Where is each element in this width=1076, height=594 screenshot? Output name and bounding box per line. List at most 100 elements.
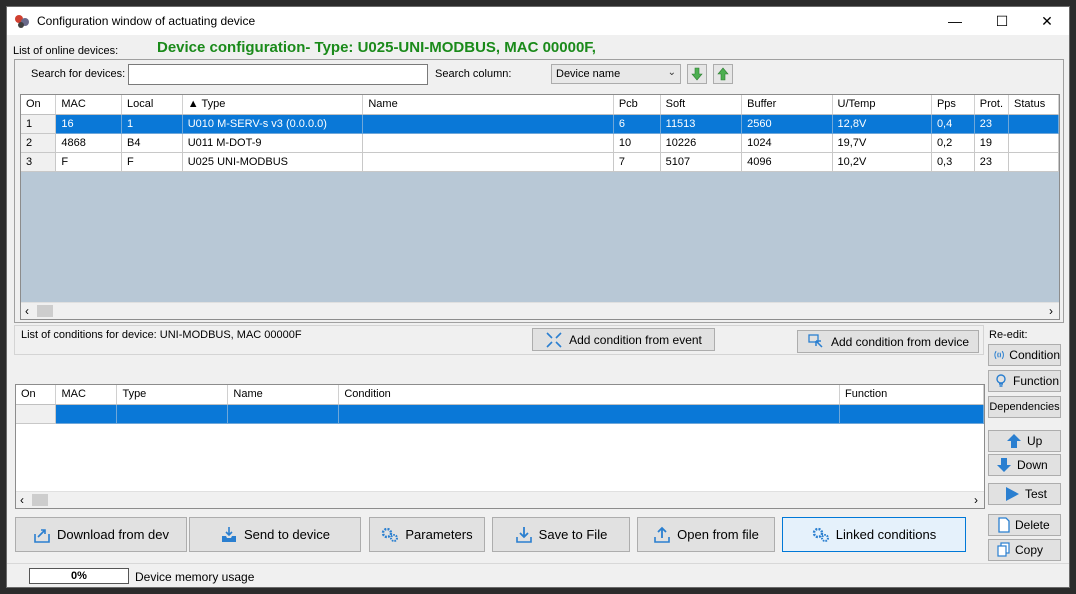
- online-col-header[interactable]: Soft: [660, 95, 743, 115]
- device-cell: [1008, 133, 1059, 153]
- condition-row-empty[interactable]: [16, 404, 984, 424]
- scroll-right-icon[interactable]: ›: [974, 493, 978, 507]
- device-cell: 4868: [55, 133, 123, 153]
- condition-col-header[interactable]: Name: [227, 385, 340, 405]
- status-bar: 0% Device memory usage: [7, 563, 1069, 587]
- condition-col-header[interactable]: MAC: [55, 385, 118, 405]
- memory-usage-label: Device memory usage: [135, 570, 255, 584]
- online-col-header[interactable]: Name: [362, 95, 614, 115]
- conditions-table: On MAC Type Name Condition Function: [16, 385, 984, 424]
- open-from-file-button[interactable]: Open from file: [637, 517, 775, 552]
- maximize-button[interactable]: ☐: [979, 7, 1025, 35]
- test-button[interactable]: Test: [988, 483, 1061, 505]
- collapse-arrows-icon: [546, 331, 562, 348]
- edit-condition-button[interactable]: Condition: [988, 344, 1061, 366]
- close-button[interactable]: ✕: [1024, 7, 1070, 35]
- online-col-header[interactable]: On: [21, 95, 57, 115]
- device-cell: 11513: [660, 114, 743, 134]
- device-cell: 23: [974, 114, 1010, 134]
- arrow-up-icon: [717, 67, 729, 81]
- device-row[interactable]: 1 16 1 U010 M-SERV-s v3 (0.0.0.0) 6 11513 2560…: [21, 114, 1059, 134]
- device-cell: 16: [55, 114, 123, 134]
- condition-col-header[interactable]: On: [16, 385, 57, 405]
- online-horizontal-scrollbar[interactable]: ‹ ›: [21, 302, 1059, 319]
- online-col-header[interactable]: Local: [121, 95, 183, 115]
- device-cell: 23: [974, 152, 1010, 172]
- minimize-button[interactable]: —: [932, 7, 978, 35]
- scroll-right-icon[interactable]: ›: [1049, 304, 1053, 318]
- search-column-label: Search column:: [435, 68, 512, 80]
- online-devices-grid[interactable]: On MAC Local ▲ Type Name Pcb Soft Buffer U/Temp P…: [20, 94, 1060, 320]
- memory-usage-percent: 0%: [71, 570, 87, 582]
- parameters-button[interactable]: Parameters: [369, 517, 485, 552]
- title-bar: Configuration window of actuating device…: [7, 7, 1069, 35]
- online-col-header[interactable]: Status: [1008, 95, 1059, 115]
- online-devices-table: On MAC Local ▲ Type Name Pcb Soft Buffer U/Temp P…: [21, 95, 1059, 172]
- device-cell: 0,4: [931, 114, 975, 134]
- download-from-device-button[interactable]: Download from dev: [15, 517, 187, 552]
- scroll-thumb[interactable]: [32, 494, 48, 506]
- add-condition-from-device-button[interactable]: Add condition from device: [797, 330, 979, 353]
- condition-col-header[interactable]: Condition: [338, 385, 841, 405]
- device-cell: 6: [613, 114, 661, 134]
- device-row[interactable]: 3 F F U025 UNI-MODBUS 7 5107 4096 10,2V 0,3 23: [21, 152, 1059, 172]
- close-icon: ✕: [1041, 12, 1053, 29]
- online-col-header[interactable]: Buffer: [741, 95, 833, 115]
- condition-col-header[interactable]: Type: [116, 385, 229, 405]
- arrow-down-icon: [997, 458, 1011, 472]
- scroll-left-icon[interactable]: ‹: [20, 493, 24, 507]
- online-col-header[interactable]: ▲ Type: [182, 95, 364, 115]
- send-to-device-button[interactable]: Send to device: [189, 517, 361, 552]
- scroll-thumb[interactable]: [37, 305, 53, 317]
- save-to-file-button[interactable]: Save to File: [492, 517, 630, 552]
- online-col-header[interactable]: MAC: [55, 95, 123, 115]
- dependencies-button[interactable]: Dependencies: [988, 396, 1061, 418]
- online-col-header[interactable]: Prot.: [974, 95, 1010, 115]
- device-cell: 2: [21, 133, 57, 153]
- pointer-select-icon: [808, 333, 823, 348]
- device-cell: 7: [613, 152, 661, 172]
- online-devices-label: List of online devices:: [13, 45, 119, 57]
- edit-function-button[interactable]: Function: [988, 370, 1061, 392]
- device-cell: 5107: [660, 152, 743, 172]
- device-cell: 1: [121, 114, 183, 134]
- play-icon: [1006, 487, 1019, 501]
- sort-down-button[interactable]: [687, 64, 707, 84]
- move-up-button[interactable]: Up: [988, 430, 1061, 452]
- gears-icon: [382, 527, 399, 542]
- online-col-header[interactable]: U/Temp: [832, 95, 932, 115]
- scroll-left-icon[interactable]: ‹: [25, 304, 29, 318]
- search-column-value: Device name: [556, 68, 621, 80]
- add-condition-from-event-button[interactable]: Add condition from event: [532, 328, 715, 351]
- device-cell: U010 M-SERV-s v3 (0.0.0.0): [182, 114, 364, 134]
- device-cell: 19: [974, 133, 1010, 153]
- search-devices-input[interactable]: [128, 64, 428, 85]
- device-cell: F: [121, 152, 183, 172]
- copy-button[interactable]: Copy: [988, 539, 1061, 561]
- device-config-title: Device configuration- Type: U025-UNI-MOD…: [157, 39, 596, 56]
- lightbulb-icon: [996, 374, 1006, 387]
- device-cell: U025 UNI-MODBUS: [182, 152, 364, 172]
- reedit-label: Re-edit:: [989, 329, 1028, 341]
- online-col-header[interactable]: Pcb: [613, 95, 661, 115]
- device-cell: B4: [121, 133, 183, 153]
- chevron-down-icon: ⌄: [667, 67, 676, 78]
- condition-col-header[interactable]: Function: [839, 385, 984, 405]
- device-cell: [362, 133, 614, 153]
- device-cell: [1008, 152, 1059, 172]
- delete-button[interactable]: Delete: [988, 514, 1061, 536]
- conditions-grid[interactable]: On MAC Type Name Condition Function ‹ ›: [15, 384, 985, 509]
- device-row[interactable]: 2 4868 B4 U011 M-DOT-9 10 10226 1024 19,7V 0,2 19: [21, 133, 1059, 153]
- copy-icon: [997, 542, 1010, 557]
- online-col-header[interactable]: Pps: [931, 95, 975, 115]
- app-icon: [15, 15, 29, 28]
- search-devices-label: Search for devices:: [31, 68, 126, 80]
- tray-upload-icon: [221, 526, 236, 542]
- sort-up-button[interactable]: [713, 64, 733, 84]
- search-column-select[interactable]: Device name ⌄: [551, 64, 681, 84]
- configuration-window: Configuration window of actuating device…: [6, 6, 1070, 588]
- conditions-horizontal-scrollbar[interactable]: ‹ ›: [16, 491, 984, 508]
- move-down-button[interactable]: Down: [988, 454, 1061, 476]
- device-cell: [1008, 114, 1059, 134]
- linked-conditions-button[interactable]: Linked conditions: [782, 517, 966, 552]
